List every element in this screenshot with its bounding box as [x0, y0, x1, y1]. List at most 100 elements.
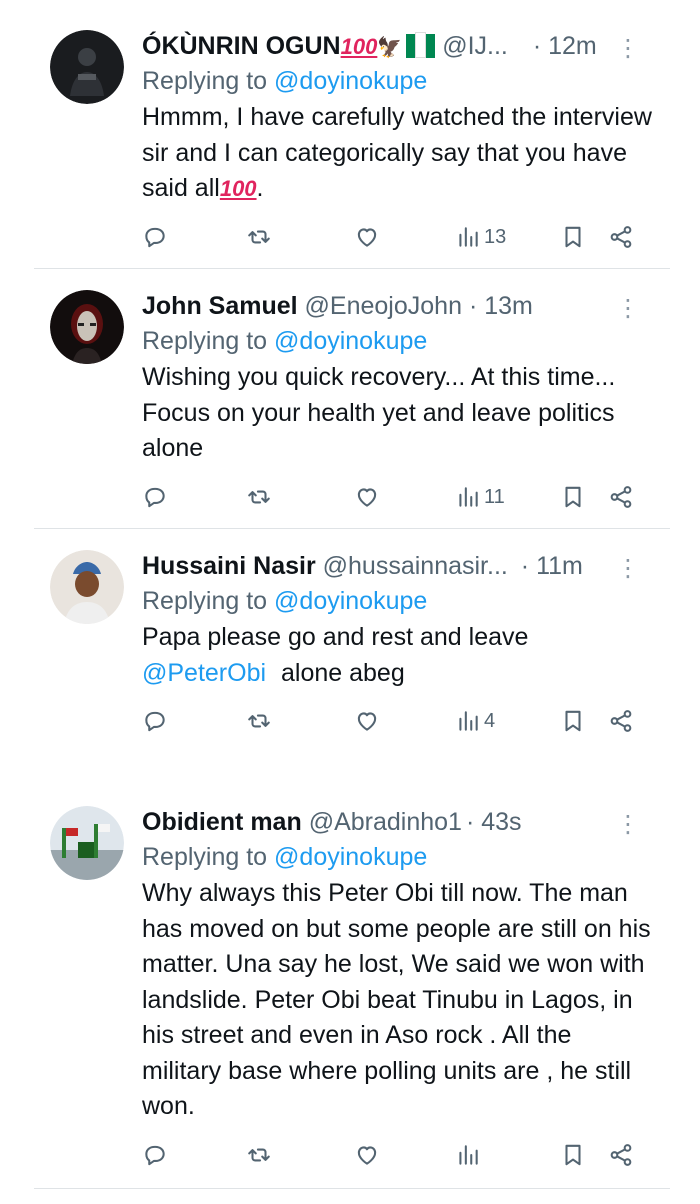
replying-prefix: Replying to	[142, 587, 275, 615]
tweet-text-mention[interactable]: @PeterObi	[142, 659, 266, 687]
tweet-text-line1: Papa please go and rest and leave	[142, 623, 529, 651]
more-options-icon[interactable]: ⋮	[616, 294, 640, 324]
replying-to: Replying to @doyinokupe	[142, 584, 427, 618]
reply-icon	[142, 224, 168, 250]
bookmark-button[interactable]	[560, 480, 586, 514]
like-button[interactable]	[354, 704, 380, 738]
reply-button[interactable]	[142, 220, 168, 254]
share-button[interactable]	[608, 480, 634, 514]
tweet-text-line2: alone abeg	[274, 658, 405, 687]
views-button[interactable]: 11	[455, 480, 505, 514]
share-icon	[608, 708, 634, 734]
replying-to: Replying to @doyinokupe	[142, 324, 427, 358]
author-name[interactable]: Hussaini Nasir	[142, 552, 316, 580]
bookmark-icon	[560, 484, 586, 510]
like-button[interactable]	[354, 220, 380, 254]
author-handle[interactable]: @IJ...	[442, 32, 508, 60]
author-handle[interactable]: @EneojoJohn	[305, 292, 462, 320]
tweet-time[interactable]: · 12m	[533, 32, 597, 60]
views-button[interactable]: 4	[455, 704, 495, 738]
tweet-actions	[0, 1138, 700, 1172]
replying-mention[interactable]: @doyinokupe	[274, 327, 427, 355]
avatar[interactable]	[50, 806, 124, 880]
bookmark-button[interactable]	[560, 704, 586, 738]
like-button[interactable]	[354, 1138, 380, 1172]
reply-button[interactable]	[142, 704, 168, 738]
replying-mention[interactable]: @doyinokupe	[274, 843, 427, 871]
views-button[interactable]	[455, 1138, 484, 1172]
retweet-button[interactable]	[246, 220, 272, 254]
tweet-time[interactable]: · 13m	[469, 292, 533, 320]
reply-icon	[142, 484, 168, 510]
bookmark-icon	[560, 708, 586, 734]
share-button[interactable]	[608, 220, 634, 254]
views-icon	[455, 708, 481, 734]
retweet-icon	[246, 484, 272, 510]
tweet-text-end: .	[256, 174, 264, 202]
tweet-time[interactable]: · 43s	[466, 808, 522, 836]
replying-prefix: Replying to	[142, 843, 275, 871]
retweet-button[interactable]	[246, 480, 272, 514]
views-count: 4	[484, 709, 496, 732]
more-options-icon[interactable]: ⋮	[616, 810, 640, 840]
views-count: 11	[484, 485, 505, 508]
reply-button[interactable]	[142, 480, 168, 514]
like-icon	[354, 1142, 380, 1168]
replying-to: Replying to @doyinokupe	[142, 64, 427, 98]
author-name[interactable]: Obidient man	[142, 808, 302, 836]
tweet-text: Papa please go and rest and leave @PeterO…	[142, 620, 662, 691]
share-button[interactable]	[608, 704, 634, 738]
tweet-text: Wishing you quick recovery... At this ti…	[142, 363, 616, 462]
avatar[interactable]	[50, 550, 124, 624]
retweet-icon	[246, 1142, 272, 1168]
views-count: 13	[484, 225, 507, 248]
avatar[interactable]	[50, 30, 124, 104]
views-icon	[455, 1142, 481, 1168]
replying-prefix: Replying to	[142, 67, 275, 95]
author-name[interactable]: ÓKÙNRIN OGUN	[142, 32, 341, 60]
hundred-emoji: 100	[219, 176, 257, 201]
tweet-time[interactable]: · 11m	[521, 552, 583, 580]
tweet-actions: 4	[0, 704, 700, 738]
share-icon	[608, 224, 634, 250]
retweet-button[interactable]	[246, 1138, 272, 1172]
tweet-actions: 13	[0, 220, 700, 254]
retweet-icon	[246, 224, 272, 250]
reply-button[interactable]	[142, 1138, 168, 1172]
share-button[interactable]	[608, 1138, 634, 1172]
views-icon	[455, 484, 481, 510]
divider	[34, 1188, 670, 1189]
views-button[interactable]: 13	[455, 220, 506, 254]
author-name[interactable]: John Samuel	[142, 292, 298, 320]
author-handle[interactable]: @hussainnasir...	[323, 552, 508, 580]
tweet-text: Hmmm, I have carefully watched the inter…	[142, 100, 662, 207]
more-options-icon[interactable]: ⋮	[616, 554, 640, 584]
replying-mention[interactable]: @doyinokupe	[274, 587, 427, 615]
tweet-header: Obidient man @Abradinho1 · 43s	[142, 803, 642, 841]
replying-mention[interactable]: @doyinokupe	[274, 67, 427, 95]
replying-prefix: Replying to	[142, 327, 275, 355]
bookmark-button[interactable]	[560, 1138, 586, 1172]
name-emoji: 100🦅	[341, 32, 436, 60]
like-icon	[354, 224, 380, 250]
views-icon	[455, 224, 481, 250]
reply-icon	[142, 708, 168, 734]
like-icon	[354, 708, 380, 734]
author-handle[interactable]: @Abradinho1	[309, 808, 462, 836]
more-options-icon[interactable]: ⋮	[616, 34, 640, 64]
bookmark-button[interactable]	[560, 220, 586, 254]
avatar[interactable]	[50, 290, 124, 364]
like-button[interactable]	[354, 480, 380, 514]
tweet-text: Why always this Peter Obi till now. The …	[142, 879, 651, 1120]
reply-icon	[142, 1142, 168, 1168]
bookmark-icon	[560, 224, 586, 250]
retweet-button[interactable]	[246, 704, 272, 738]
divider	[34, 528, 670, 529]
tweet-text-body: Hmmm, I have carefully watched the inter…	[142, 103, 652, 202]
bookmark-icon	[560, 1142, 586, 1168]
tweet-header: ÓKÙNRIN OGUN100🦅 @IJ... · 12m	[142, 27, 642, 65]
share-icon	[608, 1142, 634, 1168]
replying-to: Replying to @doyinokupe	[142, 840, 427, 874]
divider	[34, 268, 670, 269]
share-icon	[608, 484, 634, 510]
